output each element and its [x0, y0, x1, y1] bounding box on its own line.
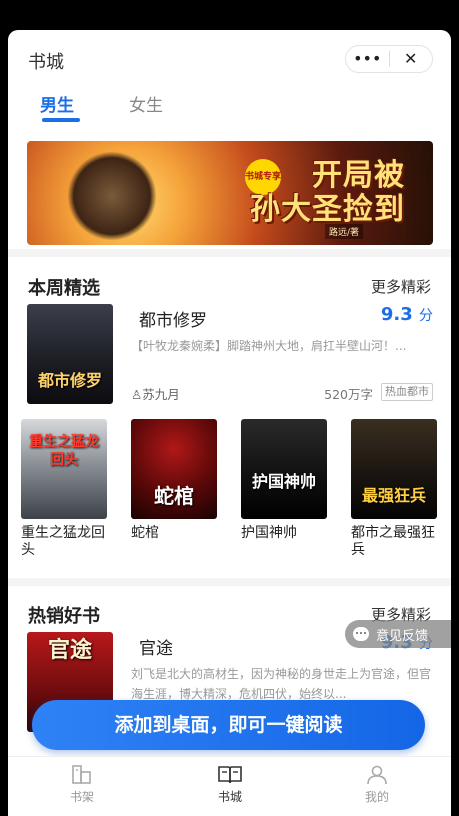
tabbar-label: 我的	[364, 790, 389, 804]
top-bar: 书城 ••• ✕	[8, 30, 451, 90]
section-title-weekly: 本周精选	[28, 278, 100, 299]
section-title-bestseller: 热销好书	[28, 606, 100, 627]
grid-book[interactable]: 蛇棺 蛇棺	[131, 419, 221, 542]
book-cover[interactable]: 蛇棺	[131, 419, 217, 519]
genre-tag: 热血都市	[381, 383, 433, 401]
app-frame: 书城 ••• ✕ 男生 女生 书城专享 开局被 孙大圣捡到 路远/著 本周精选 …	[8, 30, 451, 816]
add-to-desktop-button[interactable]: 添加到桌面，即可一键阅读	[32, 700, 425, 750]
book-cover[interactable]: 护国神帅	[241, 419, 327, 519]
book-score: 9.3 分	[381, 304, 433, 325]
tabbar-label: 书架	[69, 790, 94, 804]
book-cover[interactable]: 重生之猛龙回头	[21, 419, 107, 519]
book-open-icon	[218, 766, 242, 784]
book-title[interactable]: 都市修罗	[139, 306, 207, 331]
score-value: 9.3	[380, 304, 413, 325]
book-name[interactable]: 护国神帅	[241, 525, 331, 542]
chat-bubble-icon	[353, 627, 369, 641]
tabbar-item-bookstore[interactable]: 书城	[200, 765, 260, 805]
feedback-button[interactable]: 意见反馈	[345, 620, 451, 648]
grid-book[interactable]: 重生之猛龙回头 重生之猛龙回头	[21, 419, 111, 559]
close-icon[interactable]: ✕	[390, 46, 433, 72]
bookshelf-icon	[72, 765, 91, 784]
user-icon	[367, 765, 387, 785]
book-name[interactable]: 重生之猛龙回头	[21, 525, 111, 559]
banner-title-line1: 开局被	[312, 158, 405, 193]
cover-title: 都市修罗	[37, 371, 102, 390]
cover-title: 重生之猛龙回头	[29, 434, 99, 468]
grid-book[interactable]: 最强狂兵 都市之最强狂兵	[351, 419, 441, 559]
tab-female[interactable]: 女生	[129, 91, 163, 116]
cover-title: 蛇棺	[154, 484, 194, 508]
cover-title: 护国神帅	[251, 472, 316, 491]
word-count: 520万字	[324, 387, 373, 402]
author-name: 苏九月	[142, 387, 180, 402]
score-unit: 分	[419, 308, 433, 324]
book-title[interactable]: 官途	[139, 634, 173, 659]
section-divider	[8, 249, 451, 257]
book-description: 【叶牧龙秦婉柔】脚踏神州大地，肩扛半壁山河！...	[131, 339, 407, 353]
tabbar-item-mine[interactable]: 我的	[347, 765, 407, 805]
book-author: ♙苏九月	[131, 384, 180, 403]
cover-title: 官途	[47, 638, 92, 663]
book-name[interactable]: 都市之最强狂兵	[351, 525, 441, 559]
book-name[interactable]: 蛇棺	[131, 525, 221, 542]
tab-male[interactable]: 男生	[40, 91, 74, 116]
book-meta: ♙苏九月 520万字 热血都市	[131, 383, 433, 403]
tabbar-label: 书城	[217, 790, 242, 804]
banner-author: 路远/著	[324, 224, 363, 239]
author-icon: ♙	[131, 387, 143, 402]
banner-character-art	[67, 151, 157, 241]
active-tab-indicator	[42, 118, 80, 122]
book-description: 刘飞是北大的高材生，因为神秘的身世走上为官途，但官海生涯，博大精深，危机四伏，始…	[131, 667, 432, 701]
banner-title-line2: 孙大圣捡到	[250, 192, 405, 227]
gender-tabs: 男生 女生	[8, 88, 451, 128]
banner-title: 开局被 孙大圣捡到	[250, 159, 405, 227]
section-divider	[8, 578, 451, 586]
featured-book-weekly[interactable]: 都市修罗 都市修罗 9.3 分 【叶牧龙秦婉柔】脚踏神州大地，肩扛半壁山河！..…	[27, 304, 433, 408]
bottom-tab-bar: 书架 书城 我的	[8, 756, 451, 816]
weekly-more-link[interactable]: 更多精彩	[371, 276, 431, 297]
book-cover[interactable]: 最强狂兵	[351, 419, 437, 519]
mini-program-capsule: ••• ✕	[345, 45, 433, 73]
grid-book[interactable]: 护国神帅 护国神帅	[241, 419, 331, 542]
feedback-label: 意见反馈	[376, 628, 429, 644]
book-cover[interactable]: 都市修罗	[27, 304, 113, 404]
tabbar-item-bookshelf[interactable]: 书架	[52, 765, 112, 805]
page-title: 书城	[28, 52, 64, 73]
cover-title: 最强狂兵	[361, 486, 426, 505]
more-dots-icon[interactable]: •••	[346, 46, 389, 72]
promo-banner[interactable]: 书城专享 开局被 孙大圣捡到 路远/著	[27, 141, 433, 245]
book-grid: 重生之猛龙回头 重生之猛龙回头 蛇棺 蛇棺 护国神帅 护国神帅 最强狂兵 都市之…	[21, 419, 451, 559]
